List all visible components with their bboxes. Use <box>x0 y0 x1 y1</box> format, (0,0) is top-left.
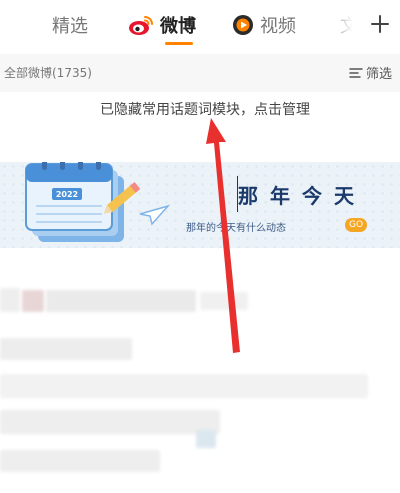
feed-placeholder-line <box>200 292 248 310</box>
that-year-today-banner[interactable]: 2022 那年今天 那年的今天有什么动态 GO <box>0 162 400 248</box>
weibo-logo-icon <box>129 16 153 35</box>
all-weibo-count: 全部微博(1735) <box>4 66 92 80</box>
top-tab-bar: 精选 微博 视频 文 <box>0 0 400 50</box>
tab-label: 微博 <box>160 16 196 37</box>
video-logo-icon <box>233 15 253 35</box>
banner-subtitle: 那年的今天有什么动态 <box>186 223 286 234</box>
plus-icon <box>371 15 389 33</box>
banner-go-badge[interactable]: GO <box>345 218 367 232</box>
filter-button[interactable]: 筛选 <box>349 63 392 82</box>
calendar-illustration: 2022 <box>25 162 170 242</box>
filter-label: 筛选 <box>365 67 392 82</box>
feed-placeholder-line <box>0 450 160 472</box>
tab-video[interactable]: 视频 <box>232 0 296 50</box>
feed-blurred <box>0 262 400 493</box>
feed-placeholder-line <box>0 338 132 360</box>
feed-placeholder-line <box>46 290 196 312</box>
feed-placeholder-line <box>0 288 20 312</box>
avatar <box>22 290 44 312</box>
calendar-year: 2022 <box>56 190 78 199</box>
filter-bar: 全部微博(1735) 筛选 <box>0 54 400 92</box>
feed-placeholder-line <box>0 410 220 434</box>
tab-label: 精选 <box>52 16 88 37</box>
add-tab-button[interactable] <box>365 8 395 40</box>
tab-jingxuan[interactable]: 精选 <box>52 0 88 50</box>
feed-placeholder-line <box>196 430 216 448</box>
hidden-topics-notice[interactable]: 已隐藏常用话题词模块，点击管理 <box>0 96 400 124</box>
tab-label: 视频 <box>260 16 296 37</box>
banner-title: 那年今天 <box>238 184 366 208</box>
tab-fade <box>325 0 365 50</box>
active-tab-indicator <box>165 42 193 45</box>
hidden-notice-text: 已隐藏常用话题词模块，点击管理 <box>100 102 310 118</box>
feed-placeholder-line <box>0 374 368 398</box>
filter-icon <box>349 67 363 78</box>
